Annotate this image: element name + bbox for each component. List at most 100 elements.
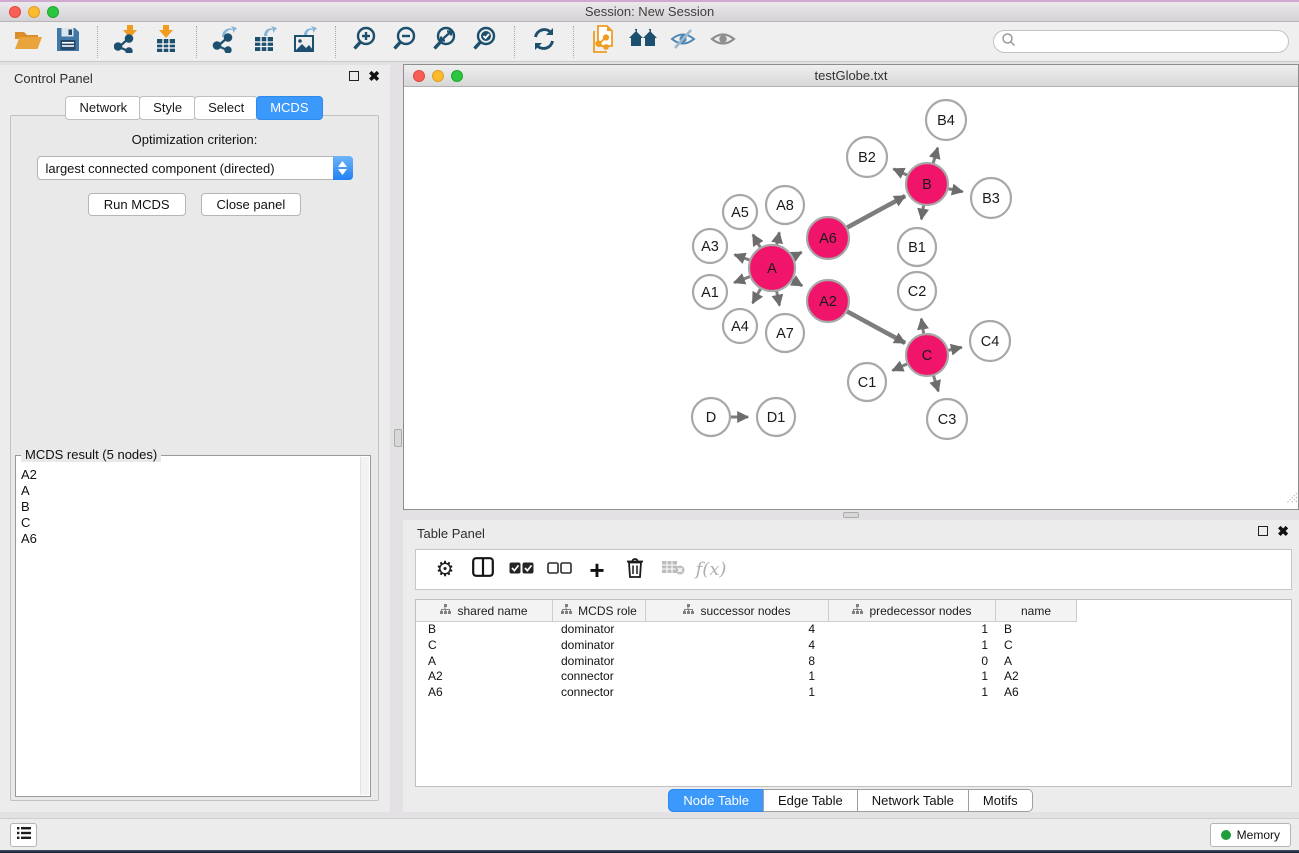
result-scrollbar[interactable] [360, 457, 369, 795]
minimize-network-button[interactable] [432, 70, 444, 82]
table-row[interactable]: Adominator80A [416, 653, 1291, 669]
table-cell: dominator [553, 638, 646, 653]
search-field[interactable] [993, 30, 1289, 53]
table-body[interactable]: Bdominator41BCdominator41CAdominator80AA… [416, 622, 1291, 700]
table-cell: C [416, 638, 553, 653]
task-history-button[interactable] [10, 823, 37, 847]
column-header-successor-nodes[interactable]: successor nodes [646, 600, 829, 622]
export-network-button[interactable] [206, 24, 246, 60]
table-row[interactable]: A6connector11A6 [416, 685, 1291, 701]
close-panel-icon[interactable]: ✖ [1277, 526, 1289, 536]
column-header-name[interactable]: name [996, 600, 1077, 622]
table-cell: A2 [996, 669, 1077, 684]
window-controls[interactable] [9, 6, 59, 18]
network-graph[interactable]: B4B2BB3A8A5A6A3B1AA1C2A2A4A7C4CC1C3DD1 [404, 87, 1298, 509]
export-table-button[interactable] [246, 24, 286, 60]
add-column-button[interactable]: + [578, 552, 616, 588]
table-row[interactable]: Bdominator41B [416, 622, 1291, 638]
memory-status-icon [1221, 830, 1231, 840]
mcds-result-list[interactable]: A2ABCA6 [17, 457, 360, 795]
session-title: Session: New Session [0, 2, 1299, 21]
tab-select[interactable]: Select [194, 96, 258, 120]
tab-network[interactable]: Network [65, 96, 141, 120]
criterion-label: Optimization criterion: [11, 132, 378, 147]
result-item[interactable]: C [17, 515, 360, 531]
tab-style[interactable]: Style [139, 96, 196, 120]
close-panel-button[interactable]: Close panel [201, 193, 302, 216]
table-cell: A [996, 654, 1077, 669]
import-network-button[interactable] [107, 24, 147, 60]
node-table[interactable]: shared nameMCDS rolesuccessor nodesprede… [415, 599, 1292, 787]
network-view-window: testGlobe.txt B4B2BB3A8A5A6A3B1AA1C2A2A4… [403, 64, 1299, 510]
eye-slash-icon [670, 27, 696, 56]
close-network-button[interactable] [413, 70, 425, 82]
header-filler [1077, 600, 1291, 622]
column-header-shared-name[interactable]: shared name [416, 600, 553, 622]
node-label-C2: C2 [908, 284, 927, 300]
select-all-rows-button[interactable] [502, 552, 540, 588]
search-input[interactable] [1016, 33, 1288, 51]
table-header-row[interactable]: shared nameMCDS rolesuccessor nodesprede… [416, 600, 1291, 622]
column-visibility-button[interactable] [464, 552, 502, 588]
network-canvas[interactable]: B4B2BB3A8A5A6A3B1AA1C2A2A4A7C4CC1C3DD1 [404, 87, 1298, 509]
save-session-button[interactable] [48, 24, 88, 60]
minimize-window-button[interactable] [28, 6, 40, 18]
close-panel-icon[interactable]: ✖ [368, 71, 380, 81]
app-titlebar: Session: New Session [0, 0, 1299, 22]
zoom-fit-icon [431, 25, 459, 58]
tab-mcds[interactable]: MCDS [256, 96, 322, 120]
refresh-icon [531, 26, 557, 57]
zoom-out-icon [391, 25, 419, 58]
node-label-C3: C3 [938, 412, 957, 428]
status-bar: Memory [0, 818, 1299, 850]
column-header-predecessor-nodes[interactable]: predecessor nodes [829, 600, 996, 622]
import-table-button[interactable] [147, 24, 187, 60]
zoom-network-button[interactable] [451, 70, 463, 82]
import-table-icon [154, 25, 180, 58]
show-graphics-details-button[interactable] [703, 24, 743, 60]
clone-network-button[interactable] [583, 24, 623, 60]
result-item[interactable]: A [17, 483, 360, 499]
float-panel-icon[interactable] [1258, 526, 1268, 536]
column-header-MCDS-role[interactable]: MCDS role [553, 600, 646, 622]
vertical-splitter-handle[interactable] [394, 429, 402, 447]
hide-graphics-details-button[interactable] [663, 24, 703, 60]
close-window-button[interactable] [9, 6, 21, 18]
tab-network-table[interactable]: Network Table [857, 789, 969, 812]
edge-A2-C[interactable] [845, 310, 905, 343]
tab-edge-table[interactable]: Edge Table [763, 789, 858, 812]
table-row[interactable]: A2connector11A2 [416, 669, 1291, 685]
result-item[interactable]: A6 [17, 531, 360, 547]
result-item[interactable]: B [17, 499, 360, 515]
delete-column-button[interactable] [616, 552, 654, 588]
toolbar-separator [514, 26, 515, 58]
deselect-all-rows-button[interactable] [540, 552, 578, 588]
control-panel-title: Control Panel [14, 71, 93, 86]
table-cell: C [996, 638, 1077, 653]
zoom-fit-button[interactable] [425, 24, 465, 60]
home-view-button[interactable] [623, 24, 663, 60]
zoom-in-button[interactable] [345, 24, 385, 60]
run-mcds-button[interactable]: Run MCDS [88, 193, 186, 216]
refresh-layout-button[interactable] [524, 24, 564, 60]
export-image-button[interactable] [286, 24, 326, 60]
function-builder-button[interactable]: f(x) [692, 552, 730, 588]
tab-node-table[interactable]: Node Table [668, 789, 764, 812]
table-row[interactable]: Cdominator41C [416, 638, 1291, 654]
open-session-button[interactable] [8, 24, 48, 60]
tab-motifs[interactable]: Motifs [968, 789, 1033, 812]
optimization-criterion-select[interactable]: largest connected component (directed) [37, 156, 353, 180]
eye-icon [710, 27, 736, 56]
edge-A6-B[interactable] [845, 196, 905, 229]
zoom-selected-button[interactable] [465, 24, 505, 60]
memory-button[interactable]: Memory [1210, 823, 1291, 847]
zoom-window-button[interactable] [47, 6, 59, 18]
float-panel-icon[interactable] [349, 71, 359, 81]
delete-table-button[interactable] [654, 552, 692, 588]
result-item[interactable]: A2 [17, 467, 360, 483]
network-window-titlebar[interactable]: testGlobe.txt [404, 65, 1298, 87]
table-settings-button[interactable]: ⚙ [426, 552, 464, 588]
horizontal-splitter-handle[interactable] [843, 512, 859, 518]
resize-grip-icon[interactable] [1285, 490, 1297, 508]
zoom-out-button[interactable] [385, 24, 425, 60]
